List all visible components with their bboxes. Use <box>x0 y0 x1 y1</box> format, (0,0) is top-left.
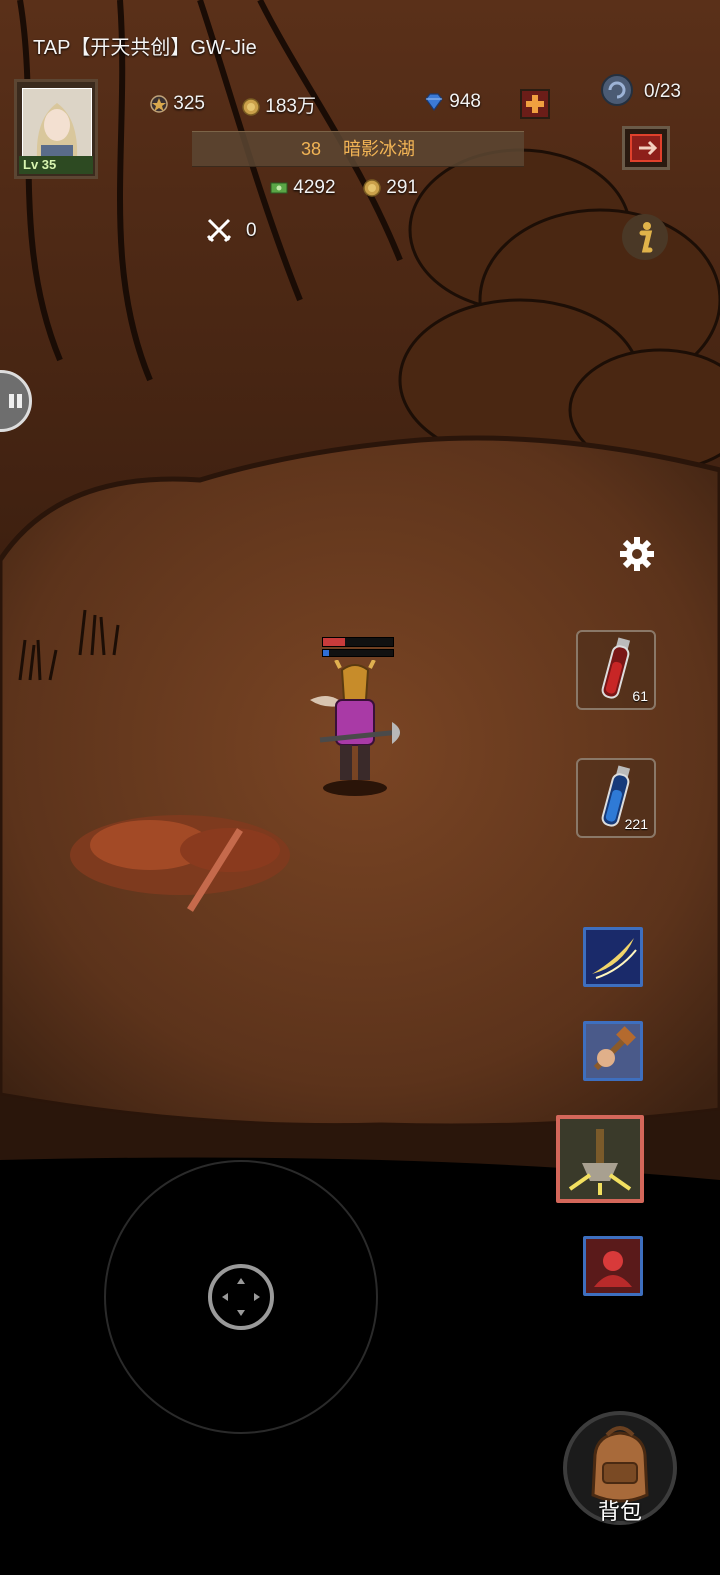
blue-potion-count: 221 <box>624 816 648 832</box>
cash-counter: 4292 <box>270 177 336 199</box>
red-potion-count: 61 <box>632 688 648 704</box>
stars-counter: 325 <box>150 93 205 115</box>
pause-icon <box>9 394 22 408</box>
diamond-value: 948 <box>449 91 481 112</box>
diamond-counter: 948 <box>424 91 481 113</box>
mana-bar <box>322 649 394 657</box>
side-menu-tab[interactable] <box>0 370 32 432</box>
player-avatar[interactable]: Lv 35 <box>14 79 98 179</box>
gold-counter: 183万 <box>242 91 316 118</box>
blue-potion-slot[interactable]: 221 <box>576 758 656 838</box>
cash-icon <box>270 182 288 194</box>
gear-icon <box>620 537 654 571</box>
exit-button[interactable] <box>622 126 670 170</box>
coin-value: 291 <box>386 177 418 198</box>
slash-skill-icon <box>592 938 637 979</box>
rage-skill-icon <box>594 1251 632 1287</box>
dpad-arrows-icon <box>222 1278 260 1316</box>
add-diamonds-button[interactable] <box>520 89 550 119</box>
location-bar: 38 暗影冰湖 <box>192 131 524 167</box>
location-number: 38 <box>300 139 322 159</box>
player-name: TAP【开天共创】GW-Jie <box>33 37 257 59</box>
exit-icon <box>630 134 662 162</box>
stars-value: 325 <box>173 93 205 114</box>
hammer-skill-icon <box>593 1026 636 1071</box>
health-bar-fill <box>323 638 346 646</box>
stamina-icon <box>600 73 634 107</box>
skill-hammer-button[interactable] <box>583 1021 643 1081</box>
coin-counter: 291 <box>363 177 418 199</box>
player-status-bars <box>322 637 394 657</box>
health-bar <box>322 637 394 647</box>
mana-bar-fill <box>323 650 329 656</box>
stamina-value: 0/23 <box>644 81 681 102</box>
kill-count: 0 <box>246 220 257 241</box>
skill-ground-slam-button[interactable] <box>556 1115 644 1203</box>
level-badge: Lv 35 <box>19 156 93 174</box>
plus-icon <box>526 95 544 113</box>
joystick-knob[interactable] <box>208 1264 274 1330</box>
red-potion-slot[interactable]: 61 <box>576 630 656 710</box>
crossed-swords-icon <box>205 216 233 244</box>
avatar-portrait <box>22 88 92 160</box>
star-medal-icon <box>150 95 168 113</box>
skill-rage-button[interactable] <box>583 1236 643 1296</box>
settings-button[interactable] <box>618 535 656 573</box>
skill-slash-button[interactable] <box>583 927 643 987</box>
diamond-icon <box>425 93 443 111</box>
info-icon <box>639 222 653 253</box>
coin-icon <box>363 179 381 197</box>
player-character <box>300 659 410 800</box>
backpack-label: 背包 <box>597 1499 642 1524</box>
location-name: 暗影冰湖 <box>343 139 416 159</box>
gold-coin-icon <box>242 98 260 116</box>
cash-value: 4292 <box>293 177 336 198</box>
gold-value: 183万 <box>265 96 316 117</box>
info-button[interactable] <box>622 214 668 260</box>
ground-slam-skill-icon <box>560 1119 640 1199</box>
